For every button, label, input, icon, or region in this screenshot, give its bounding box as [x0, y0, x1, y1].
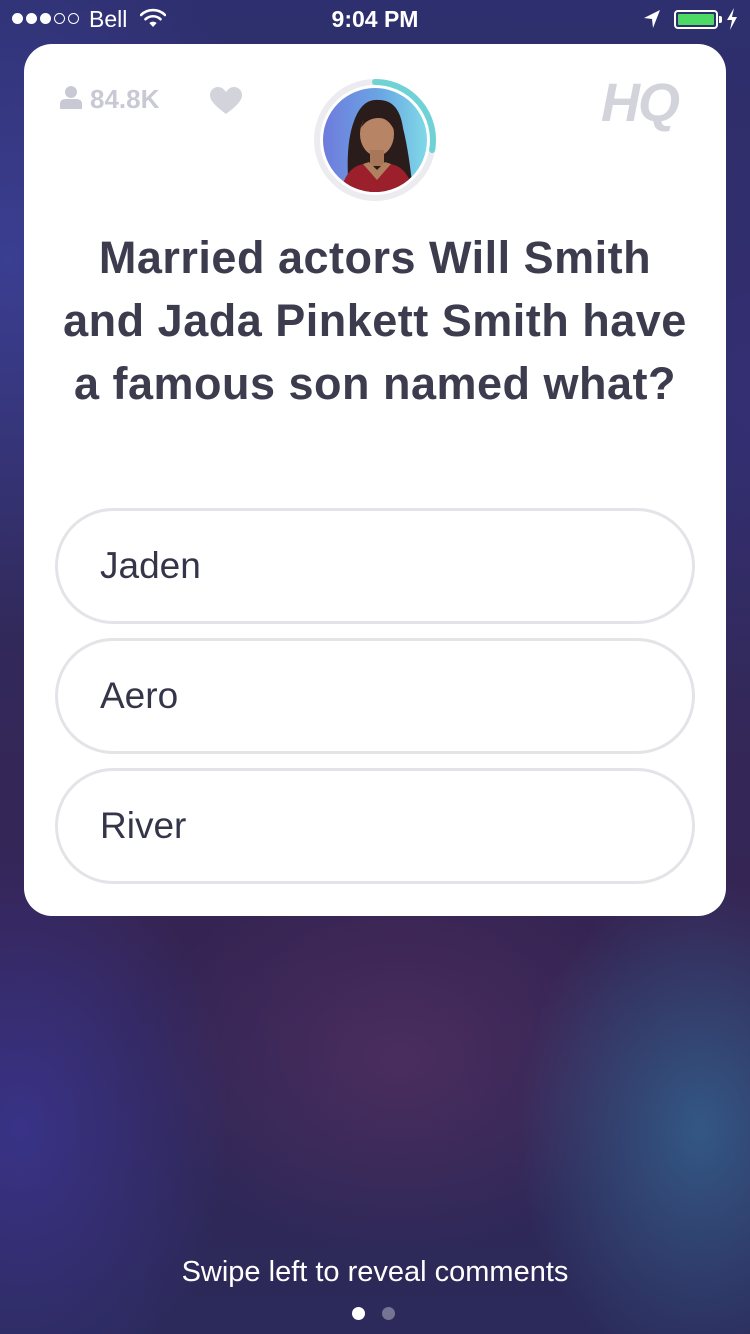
page-dot-2[interactable] [382, 1307, 395, 1320]
user-icon [60, 85, 82, 114]
location-arrow-icon [643, 9, 661, 34]
heart-icon[interactable] [210, 87, 242, 120]
answer-label: Jaden [100, 545, 201, 586]
question-card: 84.8K HQ Married actors Will Smith and J… [24, 44, 726, 916]
answer-option-3[interactable]: River [55, 768, 695, 884]
answer-option-2[interactable]: Aero [55, 638, 695, 754]
question-text: Married actors Will Smith and Jada Pinke… [63, 232, 687, 409]
battery-tip [719, 16, 722, 23]
answer-label: River [100, 805, 187, 846]
answer-label: Aero [100, 675, 179, 716]
viewer-count-label: 84.8K [90, 84, 160, 114]
viewer-count: 84.8K [60, 84, 159, 115]
hq-logo: HQ [601, 73, 680, 133]
status-bar: Bell 9:04 PM [0, 0, 750, 40]
battery-icon [674, 10, 718, 29]
host-timer [313, 78, 437, 202]
charging-bolt-icon [726, 8, 738, 35]
answer-option-1[interactable]: Jaden [55, 508, 695, 624]
battery-fill [678, 14, 714, 25]
swipe-hint: Swipe left to reveal comments [181, 1256, 569, 1288]
page-indicator[interactable] [352, 1307, 395, 1320]
page-dot-1[interactable] [352, 1307, 365, 1320]
host-avatar [323, 88, 427, 192]
status-time: 9:04 PM [331, 6, 419, 32]
